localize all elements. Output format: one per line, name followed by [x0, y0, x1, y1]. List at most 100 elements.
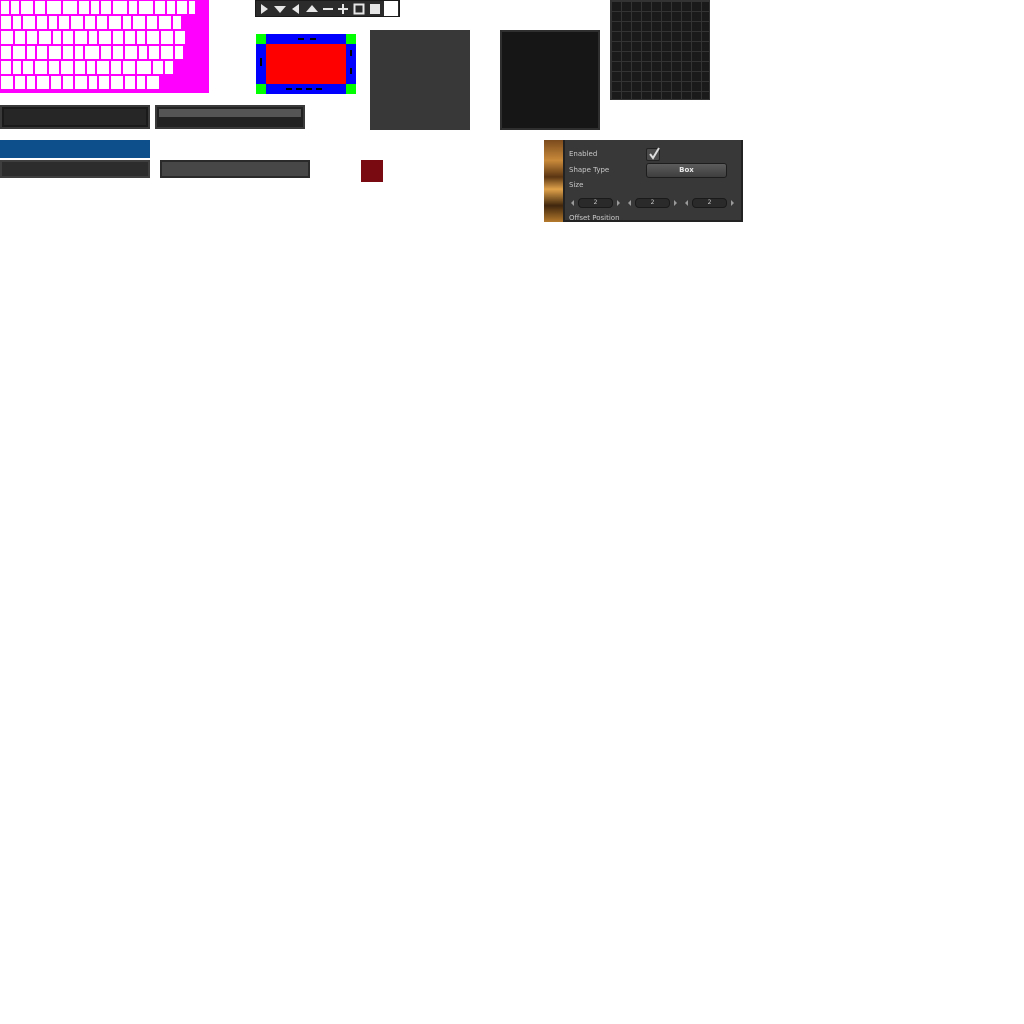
size-z-increment-icon[interactable]	[731, 200, 734, 206]
glyph-cell	[21, 1, 33, 14]
glyph-cell	[167, 1, 175, 14]
size-x-increment-icon[interactable]	[617, 200, 620, 206]
glyph-cell	[101, 1, 111, 14]
glyph-cell	[149, 46, 159, 59]
glyph-cell	[23, 61, 33, 74]
square-outline-icon	[351, 1, 367, 16]
glyph-cell	[165, 61, 173, 74]
field-highlight	[159, 109, 301, 117]
icon-strip	[255, 0, 400, 17]
glyph-row	[1, 16, 183, 29]
size-y-decrement-icon[interactable]	[628, 200, 631, 206]
glyph-cell	[1, 46, 11, 59]
enabled-label: Enabled	[569, 150, 598, 158]
glyph-cell	[49, 16, 57, 29]
glyph-cell	[15, 31, 25, 44]
glyph-cell	[27, 31, 37, 44]
size-x-decrement-icon[interactable]	[571, 200, 574, 206]
glyph-cell	[161, 31, 173, 44]
glyph-cell	[137, 31, 145, 44]
glyph-cell	[13, 16, 21, 29]
glyph-cell	[175, 46, 183, 59]
checkmark-icon	[649, 147, 660, 160]
glyph-cell	[147, 16, 157, 29]
glyph-row	[1, 61, 175, 74]
size-z-field[interactable]: 2	[692, 198, 727, 208]
glyph-cell	[147, 76, 159, 89]
glyph-cell	[37, 76, 49, 89]
nine-slice-corner	[256, 34, 266, 44]
glyph-cell	[75, 61, 85, 74]
minus-icon	[320, 1, 336, 16]
glyph-cell	[59, 16, 69, 29]
glyph-cell	[27, 76, 35, 89]
glyph-cell	[97, 61, 109, 74]
size-x-field[interactable]: 2	[578, 198, 613, 208]
glyph-cell	[155, 1, 165, 14]
glyph-row	[1, 46, 185, 59]
glyph-atlas	[0, 0, 209, 93]
glyph-cell	[123, 61, 135, 74]
glyph-cell	[79, 1, 89, 14]
shape-type-dropdown[interactable]: Box	[646, 163, 727, 178]
enabled-checkbox[interactable]	[646, 147, 660, 161]
triangle-left-icon	[288, 1, 304, 16]
play-right-icon	[256, 1, 272, 16]
nine-slice-debug	[256, 34, 356, 94]
glyph-cell	[75, 31, 87, 44]
text-field-bar[interactable]	[155, 105, 305, 129]
grid-tile	[610, 0, 710, 100]
gray-button-bar[interactable]	[160, 160, 310, 178]
glyph-cell	[23, 16, 35, 29]
glyph-cell	[133, 16, 145, 29]
inspector-frame: Enabled Shape Type Box Size 2 2 2 Offset…	[563, 140, 743, 222]
inspector-panel: Enabled Shape Type Box Size 2 2 2 Offset…	[544, 140, 743, 222]
red-swatch	[361, 160, 383, 182]
glyph-cell	[35, 61, 47, 74]
nine-slice-corner	[256, 84, 266, 94]
glyph-cell	[49, 46, 61, 59]
glyph-cell	[63, 31, 73, 44]
size-y-field[interactable]: 2	[635, 198, 670, 208]
glyph-cell	[161, 46, 173, 59]
glyph-cell	[89, 31, 97, 44]
glyph-cell	[137, 76, 145, 89]
glyph-cell	[49, 61, 59, 74]
glyph-cell	[189, 1, 195, 14]
glyph-cell	[159, 16, 171, 29]
glyph-cell	[85, 16, 95, 29]
glyph-cell	[13, 46, 25, 59]
glyph-cell	[51, 76, 61, 89]
glyph-cell	[39, 31, 51, 44]
size-z-decrement-icon[interactable]	[685, 200, 688, 206]
glyph-cell	[123, 16, 131, 29]
dark-bar	[0, 105, 150, 129]
size-y-increment-icon[interactable]	[674, 200, 677, 206]
glyph-cell	[97, 16, 107, 29]
glyph-cell	[113, 1, 127, 14]
nine-slice-center	[266, 44, 346, 84]
glyph-cell	[85, 46, 99, 59]
glyph-cell	[99, 76, 109, 89]
glyph-cell	[125, 76, 135, 89]
triangle-up-icon	[304, 1, 320, 16]
selected-bar[interactable]	[0, 140, 150, 158]
glyph-cell	[37, 16, 47, 29]
glyph-cell	[61, 61, 73, 74]
glyph-cell	[1, 1, 9, 14]
panel-gray	[370, 30, 470, 130]
size-label: Size	[569, 181, 584, 189]
glyph-cell	[1, 61, 11, 74]
square-filled-icon	[367, 1, 383, 16]
glyph-cell	[27, 46, 35, 59]
glyph-cell	[91, 1, 99, 14]
glyph-cell	[75, 76, 87, 89]
glyph-cell	[113, 31, 123, 44]
glyph-row	[1, 1, 197, 14]
glyph-cell	[1, 31, 13, 44]
glyph-cell	[113, 46, 123, 59]
glyph-cell	[63, 46, 73, 59]
glyph-cell	[53, 31, 61, 44]
glyph-cell	[37, 46, 47, 59]
glyph-cell	[139, 1, 153, 14]
